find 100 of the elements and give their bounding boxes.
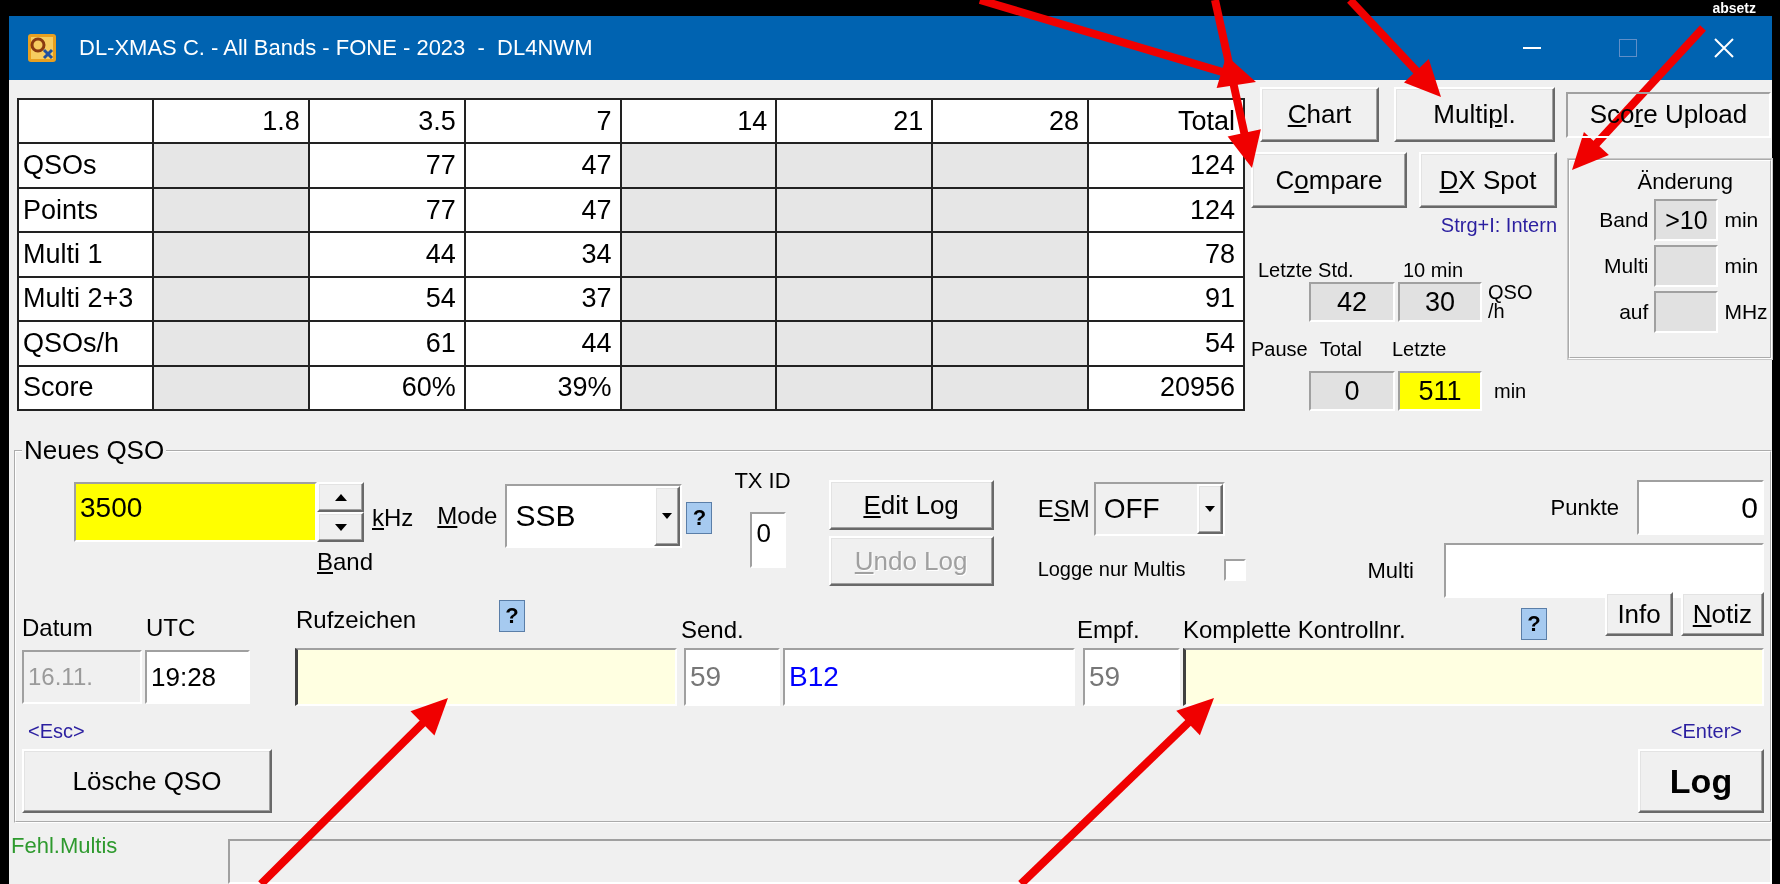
- row-header: Multi 2+3: [18, 276, 153, 322]
- unit-label: kHz: [372, 504, 414, 532]
- tx-id-field[interactable]: 0: [750, 512, 787, 568]
- received-report-field[interactable]: 59: [1083, 648, 1180, 706]
- unit-label: min: [1494, 379, 1527, 403]
- field-label: Multi: [1603, 254, 1649, 278]
- column-label: Letzte Std.: [1258, 259, 1355, 282]
- column-label: Letzte: [1391, 338, 1447, 361]
- log-submit-button[interactable]: Log: [1638, 749, 1764, 813]
- call-label: Rufzeichen: [296, 606, 418, 634]
- row-header: Multi 1: [18, 232, 153, 277]
- up-icon: [334, 493, 347, 501]
- utc-label: UTC: [146, 614, 197, 642]
- maximize-icon[interactable]: [1619, 39, 1637, 57]
- control-label: Komplette Kontrollnr.: [1183, 616, 1407, 644]
- points-field: 0: [1637, 480, 1764, 535]
- table-cell: 47: [464, 187, 621, 233]
- pause-value: 0: [1309, 371, 1395, 411]
- table-cell: 77: [308, 187, 465, 233]
- sent-exchange-field[interactable]: B12: [783, 648, 1075, 706]
- table-cell: 60%: [308, 365, 465, 410]
- table-cell: 44: [464, 321, 621, 366]
- toolbar-button[interactable]: DX Spot: [1419, 152, 1557, 208]
- help-button[interactable]: ?: [499, 600, 525, 632]
- shortcut-hint: Strg+I: Intern: [1440, 214, 1557, 237]
- row-header: QSOs: [18, 143, 153, 188]
- frequency-field[interactable]: 3500: [74, 482, 317, 542]
- row-header: Score: [18, 365, 153, 410]
- table-cell: 39%: [464, 365, 621, 410]
- table-cell: 47: [464, 143, 621, 188]
- mode-label: Mode: [437, 502, 498, 530]
- side-button[interactable]: Notiz: [1680, 592, 1764, 636]
- table-cell: 124: [1088, 143, 1244, 188]
- row-header: QSOs/h: [18, 321, 153, 366]
- value-field: >10: [1654, 199, 1719, 241]
- unit-label: min: [1724, 208, 1760, 232]
- table-cell: 61: [308, 321, 465, 366]
- checkbox-label: Logge nur Multis: [1037, 558, 1186, 581]
- tx-id-label: TX ID: [734, 468, 791, 494]
- table-cell: 54: [1088, 321, 1244, 366]
- esm-dropdown[interactable]: OFF: [1093, 482, 1225, 536]
- column-header: 28: [932, 99, 1089, 144]
- column-header: 3.5: [308, 99, 465, 144]
- down-button[interactable]: [317, 512, 364, 542]
- up-button[interactable]: [317, 482, 364, 512]
- table-cell: 54: [308, 276, 465, 322]
- toolbar-button[interactable]: Chart: [1260, 87, 1379, 142]
- rate-value: 30: [1398, 282, 1482, 322]
- table-cell: 91: [1088, 276, 1244, 322]
- down-icon: [334, 523, 347, 531]
- multi-label: Multi: [1367, 557, 1414, 584]
- received-label: Empf.: [1077, 616, 1141, 644]
- sent-report-field[interactable]: 59: [684, 648, 780, 706]
- unit-label: MHz: [1724, 300, 1769, 324]
- table-cell: 34: [464, 232, 621, 277]
- mode-dropdown[interactable]: SSB: [505, 484, 683, 548]
- esm-label: ESM: [1037, 495, 1090, 523]
- date-label: Datum: [22, 614, 94, 642]
- column-header: 1.8: [153, 99, 309, 144]
- table-cell: 77: [308, 143, 465, 188]
- utc-field[interactable]: 19:28: [145, 650, 250, 704]
- shortcut-hint: <Esc>: [28, 720, 85, 743]
- field-label: auf: [1618, 300, 1649, 324]
- table-cell: 37: [464, 276, 621, 322]
- panel-title: Änderung: [1636, 169, 1734, 195]
- help-button[interactable]: ?: [1521, 608, 1547, 640]
- toolbar-button[interactable]: Compare: [1251, 152, 1407, 208]
- column-header: Total: [1088, 99, 1244, 144]
- column-label: 10 min: [1403, 259, 1464, 282]
- unit-label: /h: [1488, 302, 1505, 321]
- field-label: Band: [1598, 208, 1649, 232]
- pause-label: Pause: [1251, 338, 1308, 361]
- app-icon: [27, 33, 57, 63]
- log-button[interactable]: Edit Log: [828, 480, 994, 530]
- column-header: 14: [620, 99, 777, 144]
- side-button[interactable]: Info: [1605, 592, 1673, 636]
- status-label: Fehl.Multis: [11, 833, 119, 859]
- help-button[interactable]: ?: [686, 502, 713, 534]
- table-cell: 44: [308, 232, 465, 277]
- unit-label: QSO: [1488, 283, 1533, 302]
- column-header: 7: [464, 99, 621, 144]
- band-label: Band: [317, 548, 374, 576]
- sent-label: Send.: [681, 616, 745, 644]
- close-icon[interactable]: [1714, 38, 1734, 58]
- rate-value: 42: [1309, 282, 1395, 322]
- value-field: [1654, 245, 1719, 287]
- shortcut-hint: <Enter>: [1670, 720, 1742, 743]
- dropdown-icon: [1204, 506, 1215, 512]
- value-field: [1654, 291, 1719, 333]
- clear-button[interactable]: Lösche QSO: [22, 749, 272, 813]
- pause-value: 511: [1398, 371, 1482, 411]
- caption-text: absetz: [1712, 0, 1756, 16]
- table-cell: 78: [1088, 232, 1244, 277]
- column-header: 21: [776, 99, 933, 144]
- callsign-field[interactable]: [295, 648, 677, 706]
- column-label: Total: [1319, 338, 1362, 361]
- control-number-field[interactable]: [1183, 648, 1764, 706]
- unit-label: min: [1724, 254, 1760, 278]
- checkbox[interactable]: [1223, 558, 1246, 581]
- toolbar-button[interactable]: Multipl.: [1394, 87, 1555, 142]
